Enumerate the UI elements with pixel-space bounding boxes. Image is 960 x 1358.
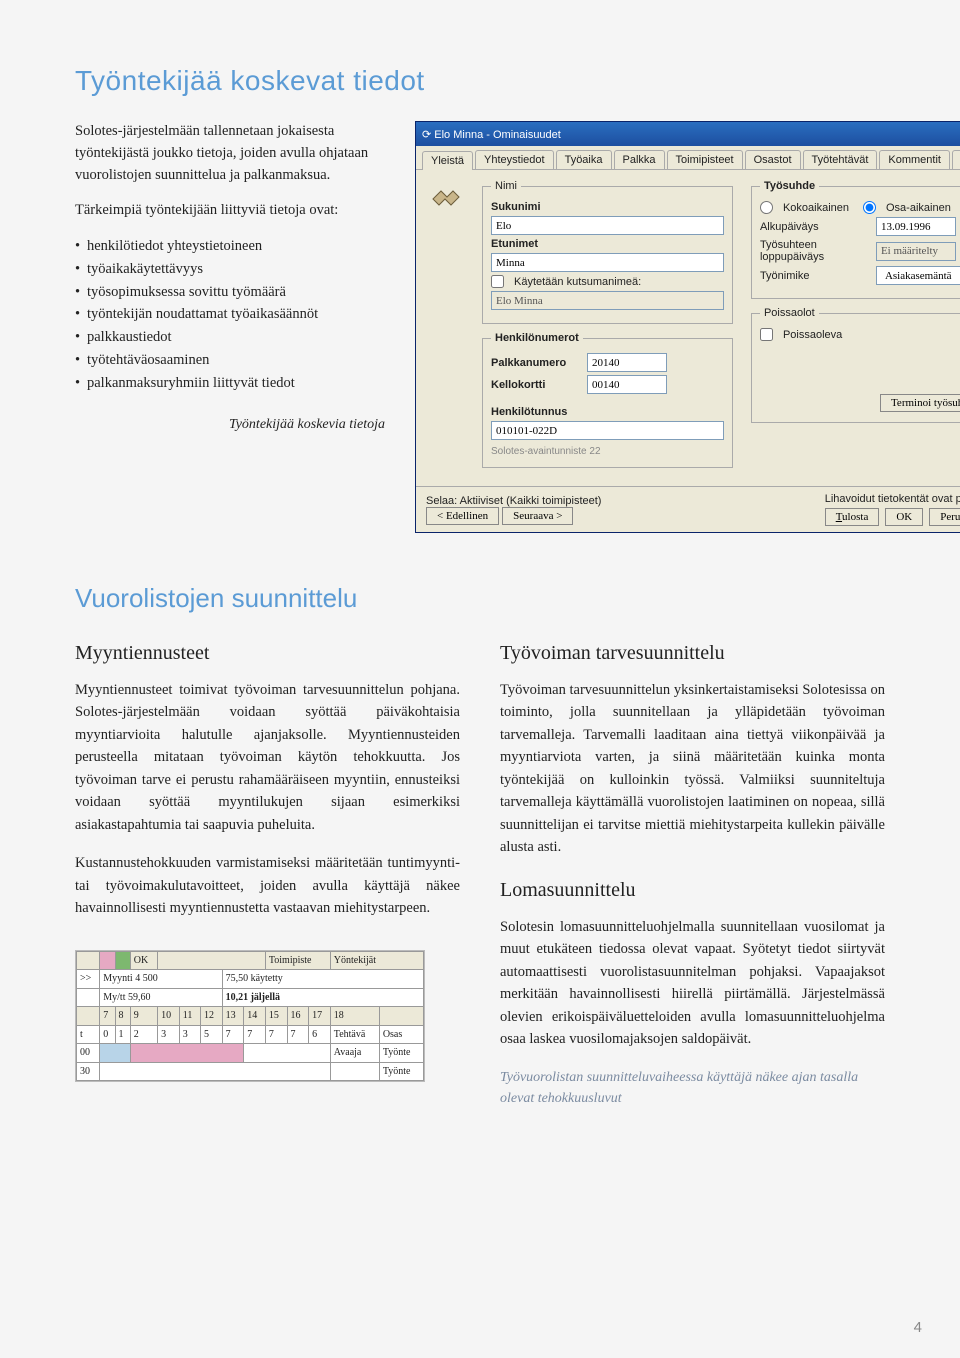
bullet-item: työaikakäytettävyys (75, 259, 385, 281)
dialog-title: ⟳ Elo Minna - Ominaisuudet (422, 128, 561, 141)
tab-osastot[interactable]: Osastot (745, 150, 801, 169)
tab-kommentit[interactable]: Kommentit (879, 150, 950, 169)
tyonimike-select[interactable]: Asiakasemäntä (876, 266, 960, 285)
tab-tyoaika[interactable]: Työaika (556, 150, 612, 169)
list-intro: Tärkeimpiä työntekijään liittyviä tietoj… (75, 200, 385, 222)
avaintunniste-label: Solotes-avaintunniste 22 (491, 446, 724, 457)
tab-ryhmat[interactable]: Ryhmät (952, 150, 960, 169)
nimi-group: Nimi Sukunimi Etunimet Käytetään kutsuma… (482, 180, 733, 324)
expand-button[interactable]: >> (77, 970, 100, 989)
tyovoiman-p1: Työvoiman tarvesuunnittelun yksinkertais… (500, 679, 885, 859)
kellokortti-input[interactable] (587, 375, 667, 394)
lomasuunnittelu-heading: Lomasuunnittelu (500, 875, 885, 906)
tehtava-header: Tehtävä (330, 1025, 379, 1044)
tab-yhteystiedot[interactable]: Yhteystiedot (475, 150, 554, 169)
tab-palkka[interactable]: Palkka (614, 150, 665, 169)
henkilonumerot-group: Henkilönumerot Palkkanumero Kellokortti … (482, 332, 733, 468)
bullet-item: työntekijän noudattamat työaikasäännöt (75, 304, 385, 326)
nimi-legend: Nimi (491, 180, 521, 192)
henkilonumerot-legend: Henkilönumerot (491, 332, 583, 344)
kaytetty-cell: 75,50 käytetty (222, 970, 423, 989)
ok-button[interactable]: OK (885, 508, 923, 526)
page-number: 4 (914, 1319, 922, 1336)
tab-row: Yleistä Yhteystiedot Työaika Palkka Toim… (416, 146, 960, 170)
bullet-item: työtehtäväosaaminen (75, 350, 385, 372)
bullet-item: palkanmaksuryhmiin liittyvät tiedot (75, 373, 385, 395)
henkilotunnus-label: Henkilötunnus (491, 406, 581, 418)
tyontekijat-header: Yöntekijät (330, 951, 423, 970)
ok-label: OK (130, 951, 157, 970)
kutsumanimi-label: Käytetään kutsumanimeä: (514, 276, 641, 288)
intro-text: Solotes-järjestelmään tallennetaan jokai… (75, 121, 385, 186)
kellokortti-label: Kellokortti (491, 379, 581, 391)
loppupaivays-label: Työsuhteen loppupäiväys (760, 239, 870, 263)
myyntiennusteet-heading: Myyntiennusteet (75, 638, 460, 669)
tab-toimipisteet[interactable]: Toimipisteet (667, 150, 743, 169)
schedule-screenshot: OK Toimipiste Yöntekijät >> Myynti 4 500… (75, 950, 425, 1083)
alkupaivays-label: Alkupäiväys (760, 221, 870, 233)
sukunimi-input[interactable] (491, 216, 724, 235)
tyonte-cell-2: Työnte (379, 1062, 423, 1081)
henkilotunnus-input[interactable] (491, 421, 724, 440)
bullet-item: henkilötiedot yhteystietoineen (75, 236, 385, 258)
mytt-cell: My/tt 59,60 (100, 988, 222, 1007)
poissaolot-legend: Poissaolot (760, 307, 819, 319)
bullet-item: työsopimuksessa sovittu työmäärä (75, 282, 385, 304)
dialog-caption: Työntekijää koskevia tietoja (75, 414, 385, 435)
terminoi-button[interactable]: Terminoi työsuhde... (880, 394, 960, 412)
tyosuhde-legend: Työsuhde (760, 180, 819, 192)
osa-aikainen-label: Osa-aikainen (886, 202, 951, 214)
status-selaa: Selaa: Aktiiviset (Kaikki toimipisteet) (426, 495, 601, 507)
myynti-cell: Myynti 4 500 (100, 970, 222, 989)
bullet-item: palkkaustiedot (75, 327, 385, 349)
peruuta-button[interactable]: Peruuta (929, 508, 960, 526)
status-note: Lihavoidut tietokentät ovat pakollisia. (825, 493, 960, 505)
etunimet-input[interactable] (491, 253, 724, 272)
tab-tyotehtavat[interactable]: Työtehtävät (803, 150, 878, 169)
alkupaivays-input[interactable] (876, 217, 956, 236)
osa-aikainen-radio[interactable] (863, 201, 876, 214)
palkkanumero-input[interactable] (587, 353, 667, 372)
poissaoleva-check[interactable] (760, 328, 773, 341)
kokoaikainen-label: Kokoaikainen (783, 202, 849, 214)
kutsumanimi-input (491, 291, 724, 310)
tyosuhde-group: Työsuhde Kokoaikainen Osa-aikainen Alkup… (751, 180, 960, 299)
myyntiennusteet-p1: Myyntiennusteet toimivat työvoiman tarve… (75, 679, 460, 836)
prev-button[interactable]: < Edellinen (426, 507, 499, 525)
kutsumanimi-check[interactable] (491, 275, 504, 288)
next-button[interactable]: Seuraava > (502, 507, 573, 525)
tyovoiman-heading: Työvoiman tarvesuunnittelu (500, 638, 885, 669)
loppupaivays-input (876, 242, 956, 261)
section-title: Vuorolistojen suunnittelu (75, 583, 885, 614)
bullet-list: henkilötiedot yhteystietoineen työaikakä… (75, 236, 385, 394)
osas-header: Osas (379, 1025, 423, 1044)
titlebar: ⟳ Elo Minna - Ominaisuudet X (416, 122, 960, 146)
handshake-icon (428, 180, 464, 216)
tyonte-cell: Työnte (379, 1044, 423, 1063)
sukunimi-label: Sukunimi (491, 201, 581, 213)
employee-dialog: ⟳ Elo Minna - Ominaisuudet X Yleistä Yht… (415, 121, 960, 533)
schedule-caption: Työvuorolistan suunnitteluvaiheessa käyt… (500, 1067, 885, 1109)
app-icon: ⟳ (422, 129, 431, 141)
tulosta-button[interactable]: TTulostaulosta (825, 508, 880, 526)
kokoaikainen-radio[interactable] (760, 201, 773, 214)
myyntiennusteet-p2: Kustannustehokkuuden varmistamiseksi mää… (75, 852, 460, 919)
etunimet-label: Etunimet (491, 238, 581, 250)
tab-yleista[interactable]: Yleistä (422, 151, 473, 170)
page-title: Työntekijää koskevat tiedot (75, 65, 885, 97)
poissaolot-group: Poissaolot Poissaoleva Terminoi työsuhde… (751, 307, 960, 423)
palkkanumero-label: Palkkanumero (491, 357, 581, 369)
lomasuunnittelu-p1: Solotesin lomasuunnitteluohjelmalla suun… (500, 916, 885, 1051)
tyonimike-label: Työnimike (760, 270, 870, 282)
avaaja-cell: Avaaja (330, 1044, 379, 1063)
toimipiste-header: Toimipiste (265, 951, 330, 970)
poissaoleva-label: Poissaoleva (783, 329, 842, 341)
jaljella-cell: 10,21 jäljellä (222, 988, 423, 1007)
